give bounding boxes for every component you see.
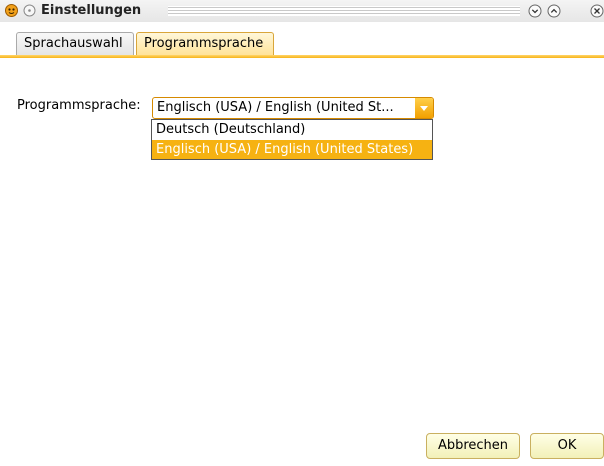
- language-combobox[interactable]: Englisch (USA) / English (United St...: [152, 97, 434, 119]
- chevron-down-icon[interactable]: [415, 98, 433, 118]
- tab-sprachauswahl[interactable]: Sprachauswahl: [16, 32, 134, 55]
- tab-underline: [0, 55, 604, 58]
- app-icon[interactable]: [5, 4, 18, 17]
- tab-label: Programmsprache: [144, 36, 264, 51]
- title-bar-grip[interactable]: [168, 6, 520, 16]
- programmsprache-label: Programmsprache:: [17, 98, 141, 113]
- menu-icon[interactable]: [23, 4, 36, 17]
- ok-button[interactable]: OK: [530, 433, 604, 459]
- close-icon[interactable]: [590, 4, 604, 18]
- tab-label: Sprachauswahl: [24, 36, 123, 51]
- maximize-icon[interactable]: [547, 4, 561, 18]
- tab-programmsprache[interactable]: Programmsprache: [136, 32, 274, 55]
- dropdown-option-deutsch[interactable]: Deutsch (Deutschland): [152, 120, 432, 139]
- cancel-button[interactable]: Abbrechen: [426, 433, 520, 459]
- minimize-icon[interactable]: [528, 4, 542, 18]
- language-dropdown-list: Deutsch (Deutschland) Englisch (USA) / E…: [151, 119, 433, 160]
- window-title: Einstellungen: [41, 3, 142, 18]
- combobox-value: Englisch (USA) / English (United St...: [157, 100, 394, 115]
- dropdown-option-englisch[interactable]: Englisch (USA) / English (United States): [152, 140, 432, 159]
- title-bar: Einstellungen: [0, 0, 604, 22]
